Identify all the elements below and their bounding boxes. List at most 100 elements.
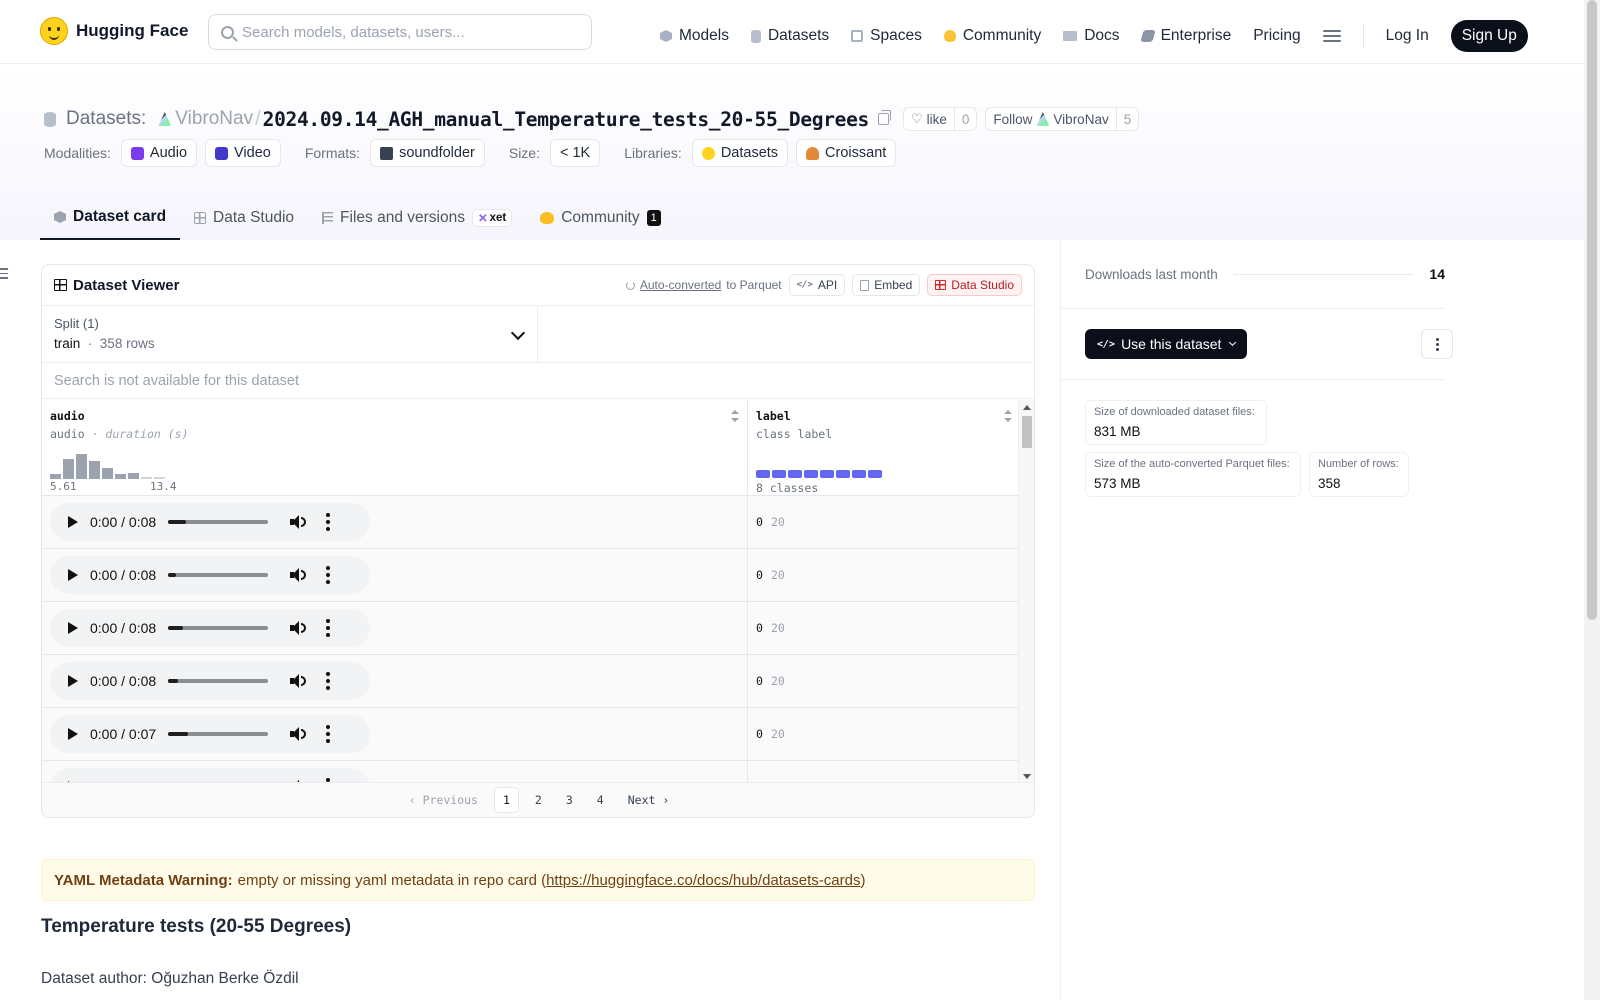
histogram-bar: [102, 468, 113, 479]
audio-player[interactable]: 0:00 / 0:08: [50, 609, 370, 647]
audio-player[interactable]: 0:00 / 0:08: [50, 662, 370, 700]
nav-datasets[interactable]: Datasets: [750, 27, 829, 45]
audio-player[interactable]: 0:00 / 0:07: [50, 715, 370, 753]
table-row[interactable]: 0:00 / 0:07020: [42, 708, 1020, 761]
tag-croissant[interactable]: Croissant: [796, 139, 897, 167]
api-button[interactable]: </> API: [788, 274, 846, 296]
volume-icon[interactable]: [290, 727, 307, 741]
nav-community[interactable]: Community: [943, 27, 1041, 45]
embed-label: Embed: [874, 278, 913, 292]
volume-icon[interactable]: [290, 568, 307, 582]
page-scrollbar[interactable]: [1584, 0, 1600, 1000]
play-icon[interactable]: [68, 728, 78, 740]
tag-size[interactable]: < 1K: [549, 139, 601, 167]
page-1-button[interactable]: 1: [493, 787, 519, 813]
table-row[interactable]: 0:00 / 0:08 0 20: [42, 602, 1020, 655]
table-header: audio audio · duration (s) 5.61 13.4 labe…: [42, 400, 1020, 496]
page-scroll-thumb[interactable]: [1587, 0, 1597, 620]
global-search[interactable]: [208, 14, 592, 50]
audio-player[interactable]: 0:00 / 0:08: [50, 556, 370, 594]
audio-progress-track[interactable]: [168, 679, 269, 683]
sort-icon[interactable]: [731, 410, 739, 422]
more-menu-icon[interactable]: [1322, 30, 1341, 42]
play-icon[interactable]: [68, 675, 78, 687]
nav-docs[interactable]: Docs: [1063, 27, 1120, 45]
audio-cell: 0:00 / 0:08: [42, 655, 748, 707]
more-vert-icon[interactable]: [326, 619, 331, 637]
table-row[interactable]: 0:00 / 0:07020: [42, 761, 1020, 784]
audio-progress-track[interactable]: [168, 573, 269, 577]
column-header-label[interactable]: label class label 8 classes: [748, 400, 1020, 495]
downloads-label: Downloads last month: [1085, 266, 1218, 282]
follow-button[interactable]: Follow VibroNav 5: [985, 107, 1140, 131]
audio-cell: 0:00 / 0:07: [42, 708, 748, 760]
split-selector[interactable]: Split (1) train · 358 rows: [42, 306, 538, 362]
table-scrollbar[interactable]: [1018, 400, 1034, 784]
signup-button[interactable]: Sign Up: [1450, 20, 1528, 52]
previous-label: Previous: [422, 793, 478, 807]
tag-soundfolder[interactable]: soundfolder: [370, 139, 485, 167]
login-link[interactable]: Log In: [1386, 27, 1429, 45]
tab-dataset-card[interactable]: Dataset card: [40, 196, 181, 240]
docs-icon: [1063, 31, 1078, 41]
datasets-breadcrumb[interactable]: Datasets:: [66, 108, 146, 130]
play-icon[interactable]: [68, 516, 78, 528]
split-label: Split (1): [54, 316, 99, 331]
auto-converted-link[interactable]: Auto-converted: [640, 278, 721, 292]
tag-video[interactable]: Video: [205, 139, 281, 167]
search-input[interactable]: [242, 23, 572, 41]
table-row[interactable]: 0:00 / 0:08 0 20: [42, 549, 1020, 602]
org-name: VibroNav: [175, 108, 254, 129]
volume-icon[interactable]: [290, 515, 307, 529]
next-page-button[interactable]: Next ›: [620, 788, 678, 812]
tag-datasets-library[interactable]: Datasets: [691, 139, 789, 167]
page-3-button[interactable]: 3: [558, 788, 581, 812]
tab-community[interactable]: Community 1: [526, 196, 675, 240]
nav-models[interactable]: Models: [660, 27, 729, 45]
column-audio-type: audio · duration (s): [50, 427, 739, 441]
audio-progress-track[interactable]: [168, 732, 269, 736]
volume-icon[interactable]: [290, 674, 307, 688]
previous-page-button[interactable]: ‹ Previous: [401, 788, 486, 812]
play-icon[interactable]: [68, 569, 78, 581]
page-2-button[interactable]: 2: [527, 788, 550, 812]
nav-pricing[interactable]: Pricing: [1253, 27, 1300, 45]
tab-files-and-versions[interactable]: Files and versions ✕ xet: [308, 196, 526, 240]
scroll-down-icon[interactable]: [1023, 774, 1031, 779]
hugging-face-logo[interactable]: Hugging Face: [40, 17, 188, 45]
table-body: 0:00 / 0:08 0 20 0:00 / 0:08 0 20 0:00 / 0:08 0…: [42, 496, 1020, 784]
data-studio-button[interactable]: Data Studio: [927, 274, 1022, 296]
volume-icon[interactable]: [290, 621, 307, 635]
table-row[interactable]: 0:00 / 0:08 0 20: [42, 496, 1020, 549]
tag-audio[interactable]: Audio: [120, 139, 198, 167]
more-options-button[interactable]: [1421, 329, 1453, 359]
like-button[interactable]: ♡ like 0: [902, 107, 978, 131]
more-vert-icon[interactable]: [326, 566, 331, 584]
copy-icon[interactable]: [877, 110, 891, 125]
table-row[interactable]: 0:00 / 0:08 0 20: [42, 655, 1020, 708]
embed-button[interactable]: Embed: [852, 274, 921, 296]
tab-data-studio[interactable]: Data Studio: [180, 196, 308, 240]
audio-progress-track[interactable]: [168, 520, 269, 524]
sidebar-toggle-icon[interactable]: [0, 268, 10, 282]
audio-player[interactable]: 0:00 / 0:08: [50, 503, 370, 541]
more-vert-icon[interactable]: [326, 672, 331, 690]
tab-files-label: Files and versions: [340, 209, 465, 226]
org-breadcrumb[interactable]: VibroNav: [158, 108, 253, 130]
nav-spaces[interactable]: Spaces: [851, 27, 922, 45]
dataset-name[interactable]: 2024.09.14_AGH_manual_Temperature_tests_…: [263, 108, 870, 131]
nav-enterprise[interactable]: Enterprise: [1139, 27, 1231, 45]
audio-progress-track[interactable]: [168, 626, 269, 630]
download-size-value: 831 MB: [1094, 424, 1141, 439]
scroll-up-icon[interactable]: [1023, 405, 1031, 410]
column-label-type: class label: [756, 427, 833, 441]
page-4-button[interactable]: 4: [589, 788, 612, 812]
sort-icon[interactable]: [1004, 410, 1012, 422]
scroll-thumb[interactable]: [1022, 416, 1032, 448]
use-this-dataset-button[interactable]: </> Use this dataset: [1085, 329, 1248, 359]
play-icon[interactable]: [68, 622, 78, 634]
more-vert-icon[interactable]: [326, 725, 331, 743]
more-vert-icon[interactable]: [326, 513, 331, 531]
dataset-cards-docs-link[interactable]: https://huggingface.co/docs/hub/datasets…: [546, 872, 860, 889]
column-header-audio[interactable]: audio audio · duration (s) 5.61 13.4: [42, 400, 748, 495]
